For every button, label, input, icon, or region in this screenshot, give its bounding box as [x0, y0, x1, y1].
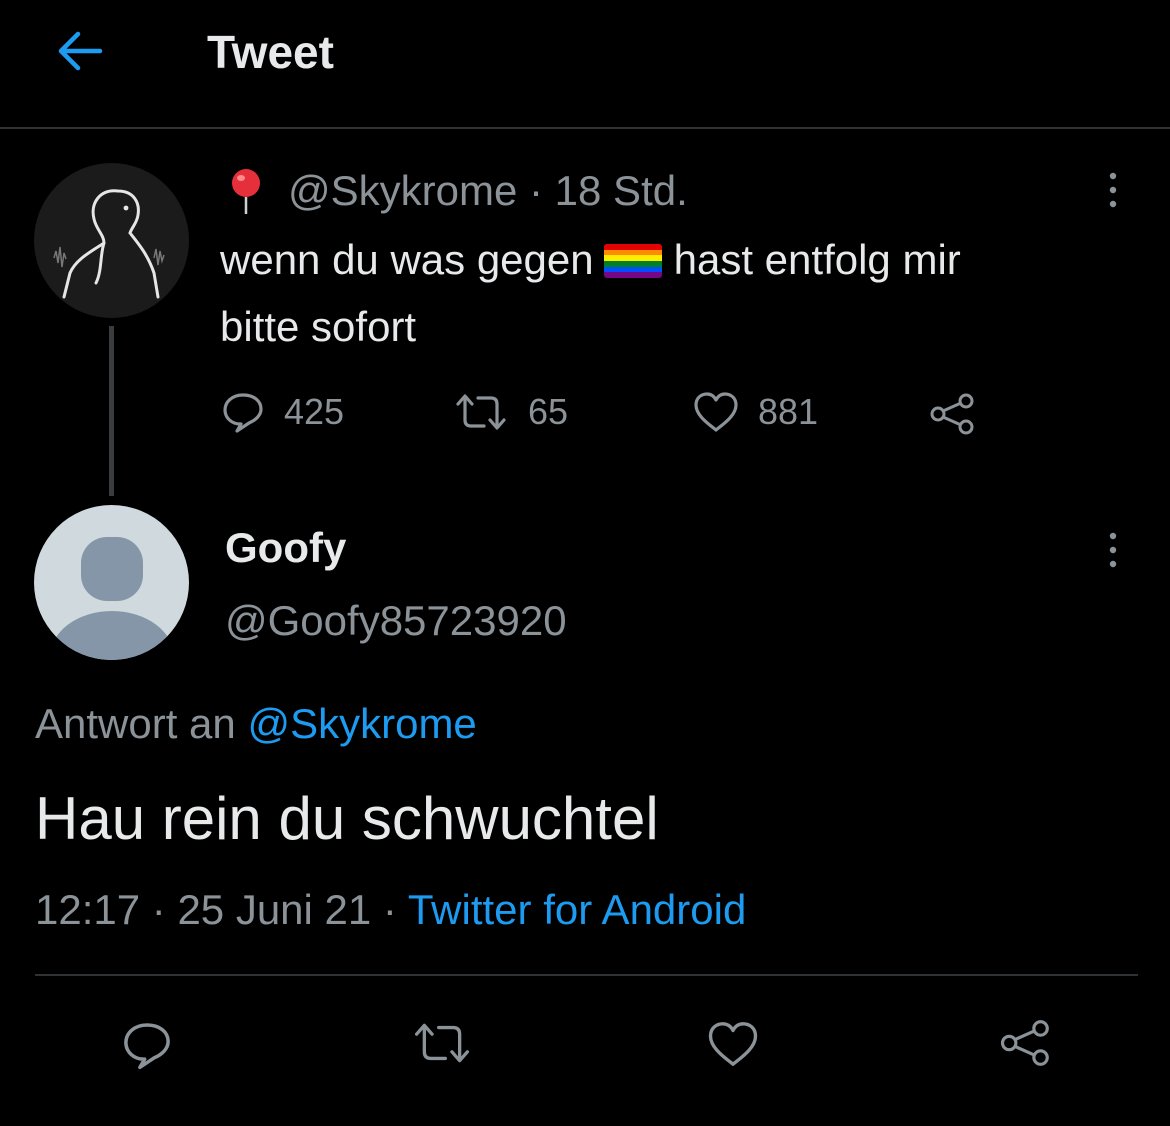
source-link[interactable]: Twitter for Android [408, 886, 746, 933]
more-vertical-icon[interactable] [1098, 528, 1128, 572]
share-button[interactable] [928, 392, 978, 436]
meta-separator: · [517, 167, 555, 214]
tweet-text-line2: bitte sofort [220, 303, 417, 350]
reply-button[interactable]: 425 [220, 390, 344, 434]
share-icon [1000, 1020, 1049, 1066]
retweet-button[interactable] [410, 1018, 474, 1068]
reply-context: Antwort an @Skykrome [35, 696, 477, 752]
share-icon [930, 393, 974, 435]
tweet-timestamp: 12:17 · 25 Juni 21 · Twitter for Android [35, 882, 746, 938]
retweet-count: 65 [528, 391, 569, 432]
meta-separator: · [140, 886, 178, 933]
action-bar-divider [35, 974, 1138, 976]
tweet-text-part: wenn du was gegen [220, 236, 594, 283]
share-button[interactable] [998, 1016, 1054, 1070]
tweet-time: 12:17 [35, 886, 141, 933]
retweet-button[interactable]: 65 [452, 390, 568, 434]
author-handle[interactable]: @Skykrome [288, 167, 517, 214]
reply-to-mention[interactable]: @Skykrome [247, 700, 476, 747]
avatar[interactable] [34, 163, 189, 318]
heart-icon [708, 1022, 758, 1066]
header-divider [0, 127, 1170, 129]
like-count: 881 [758, 391, 819, 432]
avatar[interactable] [34, 505, 189, 660]
page-title: Tweet [207, 26, 334, 78]
more-vertical-icon[interactable] [1098, 168, 1128, 212]
reply-to-label: Antwort an [35, 700, 236, 747]
meta-separator: · [371, 886, 408, 933]
thread-line [109, 326, 114, 496]
back-arrow-icon[interactable] [52, 26, 108, 76]
like-button[interactable]: 881 [692, 390, 818, 434]
tweet-text-part: hast entfolg mir [673, 236, 961, 283]
speech-bubble-icon [124, 1023, 170, 1070]
author-handle[interactable]: @Goofy85723920 [225, 593, 567, 649]
tweet-text: Hau rein du schwuchtel [35, 785, 659, 852]
reply-count: 425 [284, 391, 345, 432]
like-button[interactable] [706, 1018, 760, 1070]
pin-icon [229, 168, 263, 216]
author-name[interactable]: Goofy [225, 520, 346, 576]
retweet-icon [456, 394, 506, 430]
tweet-date: 25 Juni 21 [177, 886, 372, 933]
tweet-time[interactable]: 18 Std. [555, 167, 688, 214]
tweet-text: wenn du was gegen hast entfolg mir [220, 232, 961, 288]
speech-bubble-icon [223, 393, 263, 433]
heart-icon [694, 392, 738, 432]
reply-button[interactable] [120, 1018, 174, 1072]
retweet-icon [414, 1023, 470, 1063]
rainbow-flag-icon [603, 244, 662, 278]
tweet-meta: @Skykrome · 18 Std. [288, 163, 688, 219]
